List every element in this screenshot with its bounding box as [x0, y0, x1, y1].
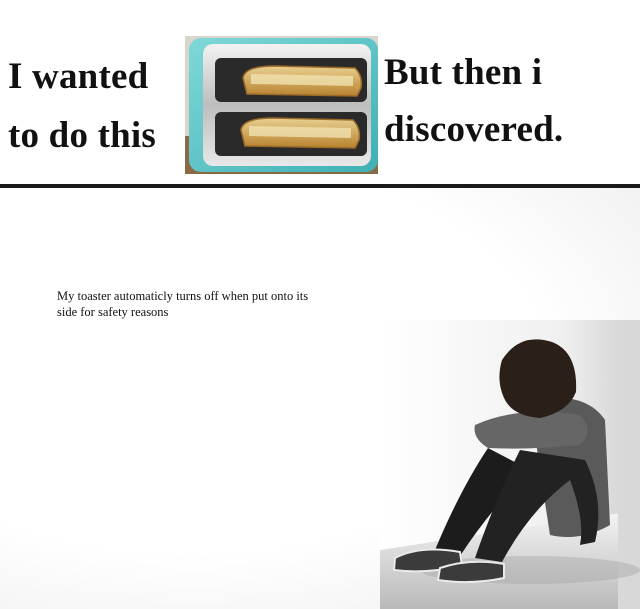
toaster-safety-note: My toaster automaticly turns off when pu… — [57, 289, 309, 319]
sad-person-photo — [380, 320, 640, 609]
sideways-toaster-photo — [185, 36, 378, 174]
left-caption-line2: to do this — [8, 115, 156, 156]
top-panel: I wanted to do this But then i discovere… — [0, 0, 640, 184]
right-caption-line2: discovered. — [384, 109, 564, 150]
sad-person-illustration — [380, 320, 640, 609]
toaster-illustration — [185, 36, 378, 174]
right-caption-line1: But then i — [384, 52, 543, 93]
left-caption-line1: I wanted — [8, 56, 149, 97]
